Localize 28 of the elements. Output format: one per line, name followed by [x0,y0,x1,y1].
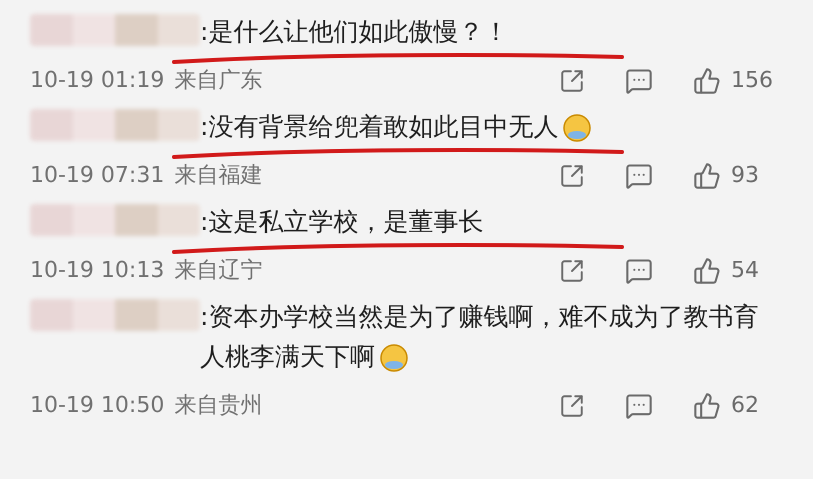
like-count: 156 [731,67,773,95]
comment-text: :这是私立学校，是董事长 [200,206,484,238]
share-icon[interactable] [559,162,585,188]
comment-text: :资本办学校当然是为了赚钱啊，难不成为了教书育人桃李满天下啊 [200,297,760,377]
share-icon[interactable] [559,392,585,418]
comment-text: :没有背景给兜着敢如此目中无人 [200,107,760,147]
comment-location: 来自福建 [174,162,262,190]
comment-location: 来自广东 [174,67,262,95]
comment-icon[interactable] [625,162,653,190]
comment-location: 来自贵州 [174,392,262,420]
comment-icon[interactable] [625,66,653,94]
like-icon[interactable] [693,256,721,284]
share-icon[interactable] [559,258,585,284]
like-icon[interactable] [693,66,721,94]
comment-icon[interactable] [625,256,653,284]
like-count: 54 [731,257,759,285]
like-icon[interactable] [693,162,721,190]
comment-time: 10-19 10:50 [30,392,164,420]
comment-location: 来自辽宁 [174,257,262,285]
like-count: 93 [731,162,759,190]
comment-time: 10-19 07:31 [30,162,164,190]
like-count: 62 [731,392,759,420]
comment-icon[interactable] [625,392,653,420]
share-icon[interactable] [559,68,585,94]
comment-time: 10-19 01:19 [30,67,164,95]
like-icon[interactable] [693,392,721,420]
comment-text: :是什么让他们如此傲慢？！ [200,16,510,48]
comment-time: 10-19 10:13 [30,257,164,285]
